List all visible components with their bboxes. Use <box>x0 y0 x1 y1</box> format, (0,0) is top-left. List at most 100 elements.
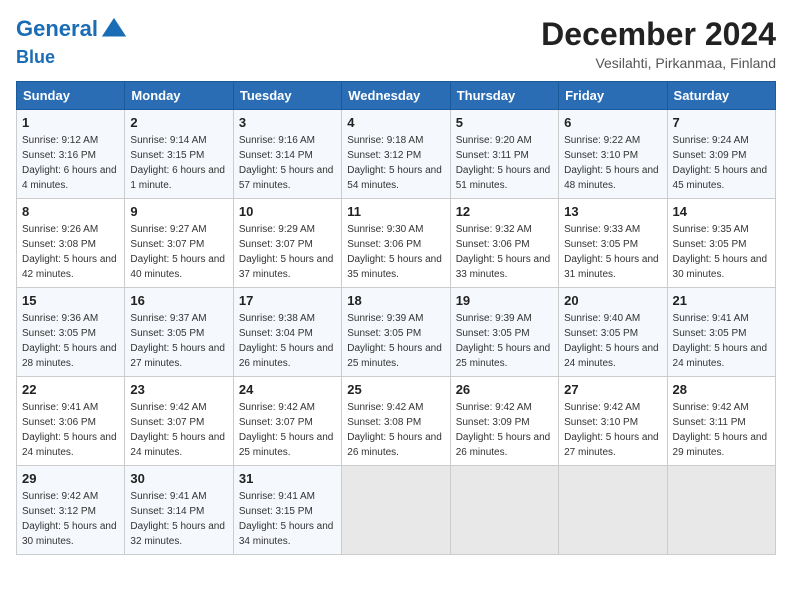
col-thursday: Thursday <box>450 82 558 110</box>
logo-line2: Blue <box>16 44 128 68</box>
day-info: Sunrise: 9:37 AMSunset: 3:05 PMDaylight:… <box>130 311 227 371</box>
day-number: 16 <box>130 293 227 308</box>
calendar-cell: 2Sunrise: 9:14 AMSunset: 3:15 PMDaylight… <box>125 110 233 199</box>
calendar-row-3: 15 Sunrise: 9:36 AMSunset: 3:05 PMDayligh… <box>17 288 776 377</box>
day-info: Sunrise: 9:42 AMSunset: 3:07 PMDaylight:… <box>239 400 336 460</box>
day-info: Sunrise: 9:35 AMSunset: 3:05 PMDaylight:… <box>673 222 770 282</box>
calendar-cell: 5 Sunrise: 9:20 AMSunset: 3:11 PMDaylight… <box>450 110 558 199</box>
calendar-cell <box>450 466 558 555</box>
calendar-cell: 16 Sunrise: 9:37 AMSunset: 3:05 PMDayligh… <box>125 288 233 377</box>
calendar-cell: 20 Sunrise: 9:40 AMSunset: 3:05 PMDayligh… <box>559 288 667 377</box>
col-wednesday: Wednesday <box>342 82 450 110</box>
calendar-cell <box>667 466 775 555</box>
day-number: 7 <box>673 115 770 130</box>
calendar-cell: 12Sunrise: 9:32 AMSunset: 3:06 PMDayligh… <box>450 199 558 288</box>
calendar-cell: 9Sunrise: 9:27 AMSunset: 3:07 PMDaylight… <box>125 199 233 288</box>
day-info: Sunrise: 9:41 AMSunset: 3:06 PMDaylight:… <box>22 400 119 460</box>
day-info: Sunrise: 9:30 AMSunset: 3:06 PMDaylight:… <box>347 222 444 282</box>
day-info: Sunrise: 9:41 AMSunset: 3:14 PMDaylight:… <box>130 489 227 549</box>
col-friday: Friday <box>559 82 667 110</box>
calendar-cell: 30 Sunrise: 9:41 AMSunset: 3:14 PMDayligh… <box>125 466 233 555</box>
day-number: 5 <box>456 115 553 130</box>
day-number: 21 <box>673 293 770 308</box>
day-info: Sunrise: 9:22 AMSunset: 3:10 PMDaylight:… <box>564 133 661 193</box>
calendar-cell: 25 Sunrise: 9:42 AMSunset: 3:08 PMDayligh… <box>342 377 450 466</box>
calendar-cell: 26Sunrise: 9:42 AMSunset: 3:09 PMDayligh… <box>450 377 558 466</box>
day-number: 13 <box>564 204 661 219</box>
calendar-row-5: 29 Sunrise: 9:42 AMSunset: 3:12 PMDayligh… <box>17 466 776 555</box>
day-info: Sunrise: 9:42 AMSunset: 3:08 PMDaylight:… <box>347 400 444 460</box>
day-info: Sunrise: 9:36 AMSunset: 3:05 PMDaylight:… <box>22 311 119 371</box>
calendar-cell: 19 Sunrise: 9:39 AMSunset: 3:05 PMDayligh… <box>450 288 558 377</box>
logo-text: General <box>16 16 128 44</box>
day-number: 30 <box>130 471 227 486</box>
calendar-cell: 17Sunrise: 9:38 AMSunset: 3:04 PMDayligh… <box>233 288 341 377</box>
day-info: Sunrise: 9:18 AMSunset: 3:12 PMDaylight:… <box>347 133 444 193</box>
day-info: Sunrise: 9:27 AMSunset: 3:07 PMDaylight:… <box>130 222 227 282</box>
day-number: 24 <box>239 382 336 397</box>
day-info: Sunrise: 9:20 AMSunset: 3:11 PMDaylight:… <box>456 133 553 193</box>
day-info: Sunrise: 9:42 AMSunset: 3:09 PMDaylight:… <box>456 400 553 460</box>
calendar-cell: 23 Sunrise: 9:42 AMSunset: 3:07 PMDayligh… <box>125 377 233 466</box>
col-monday: Monday <box>125 82 233 110</box>
day-number: 4 <box>347 115 444 130</box>
day-info: Sunrise: 9:40 AMSunset: 3:05 PMDaylight:… <box>564 311 661 371</box>
day-number: 22 <box>22 382 119 397</box>
day-info: Sunrise: 9:39 AMSunset: 3:05 PMDaylight:… <box>456 311 553 371</box>
day-info: Sunrise: 9:14 AMSunset: 3:15 PMDaylight:… <box>130 133 227 193</box>
calendar-cell: 3 Sunrise: 9:16 AMSunset: 3:14 PMDaylight… <box>233 110 341 199</box>
day-info: Sunrise: 9:29 AMSunset: 3:07 PMDaylight:… <box>239 222 336 282</box>
day-number: 27 <box>564 382 661 397</box>
calendar-cell: 11 Sunrise: 9:30 AMSunset: 3:06 PMDayligh… <box>342 199 450 288</box>
day-number: 15 <box>22 293 119 308</box>
calendar-cell: 14Sunrise: 9:35 AMSunset: 3:05 PMDayligh… <box>667 199 775 288</box>
calendar-table: Sunday Monday Tuesday Wednesday Thursday… <box>16 81 776 555</box>
day-info: Sunrise: 9:42 AMSunset: 3:07 PMDaylight:… <box>130 400 227 460</box>
day-info: Sunrise: 9:41 AMSunset: 3:05 PMDaylight:… <box>673 311 770 371</box>
day-number: 31 <box>239 471 336 486</box>
col-saturday: Saturday <box>667 82 775 110</box>
logo: General Blue <box>16 16 128 68</box>
day-number: 11 <box>347 204 444 219</box>
calendar-body: 1 Sunrise: 9:12 AMSunset: 3:16 PMDaylight… <box>17 110 776 555</box>
day-number: 8 <box>22 204 119 219</box>
calendar-cell: 28Sunrise: 9:42 AMSunset: 3:11 PMDayligh… <box>667 377 775 466</box>
day-number: 1 <box>22 115 119 130</box>
calendar-row-4: 22 Sunrise: 9:41 AMSunset: 3:06 PMDayligh… <box>17 377 776 466</box>
day-number: 20 <box>564 293 661 308</box>
calendar-header-row: Sunday Monday Tuesday Wednesday Thursday… <box>17 82 776 110</box>
calendar-title: December 2024 <box>541 16 776 53</box>
calendar-subtitle: Vesilahti, Pirkanmaa, Finland <box>541 55 776 71</box>
calendar-cell: 7 Sunrise: 9:24 AMSunset: 3:09 PMDaylight… <box>667 110 775 199</box>
day-info: Sunrise: 9:24 AMSunset: 3:09 PMDaylight:… <box>673 133 770 193</box>
day-info: Sunrise: 9:33 AMSunset: 3:05 PMDaylight:… <box>564 222 661 282</box>
calendar-row-2: 8Sunrise: 9:26 AMSunset: 3:08 PMDaylight… <box>17 199 776 288</box>
calendar-cell: 10 Sunrise: 9:29 AMSunset: 3:07 PMDayligh… <box>233 199 341 288</box>
day-info: Sunrise: 9:42 AMSunset: 3:12 PMDaylight:… <box>22 489 119 549</box>
day-number: 29 <box>22 471 119 486</box>
calendar-cell: 22 Sunrise: 9:41 AMSunset: 3:06 PMDayligh… <box>17 377 125 466</box>
calendar-cell: 21 Sunrise: 9:41 AMSunset: 3:05 PMDayligh… <box>667 288 775 377</box>
day-number: 18 <box>347 293 444 308</box>
logo-icon <box>100 16 128 44</box>
day-number: 12 <box>456 204 553 219</box>
calendar-cell: 6 Sunrise: 9:22 AMSunset: 3:10 PMDaylight… <box>559 110 667 199</box>
day-info: Sunrise: 9:16 AMSunset: 3:14 PMDaylight:… <box>239 133 336 193</box>
calendar-cell: 18Sunrise: 9:39 AMSunset: 3:05 PMDayligh… <box>342 288 450 377</box>
day-number: 3 <box>239 115 336 130</box>
day-info: Sunrise: 9:38 AMSunset: 3:04 PMDaylight:… <box>239 311 336 371</box>
calendar-cell: 13 Sunrise: 9:33 AMSunset: 3:05 PMDayligh… <box>559 199 667 288</box>
calendar-cell: 31Sunrise: 9:41 AMSunset: 3:15 PMDayligh… <box>233 466 341 555</box>
day-info: Sunrise: 9:42 AMSunset: 3:10 PMDaylight:… <box>564 400 661 460</box>
logo-line1: General <box>16 16 98 41</box>
day-number: 10 <box>239 204 336 219</box>
day-number: 23 <box>130 382 227 397</box>
calendar-row-1: 1 Sunrise: 9:12 AMSunset: 3:16 PMDaylight… <box>17 110 776 199</box>
calendar-cell <box>342 466 450 555</box>
day-number: 19 <box>456 293 553 308</box>
day-info: Sunrise: 9:42 AMSunset: 3:11 PMDaylight:… <box>673 400 770 460</box>
day-number: 25 <box>347 382 444 397</box>
calendar-cell: 27 Sunrise: 9:42 AMSunset: 3:10 PMDayligh… <box>559 377 667 466</box>
day-info: Sunrise: 9:12 AMSunset: 3:16 PMDaylight:… <box>22 133 119 193</box>
day-number: 6 <box>564 115 661 130</box>
